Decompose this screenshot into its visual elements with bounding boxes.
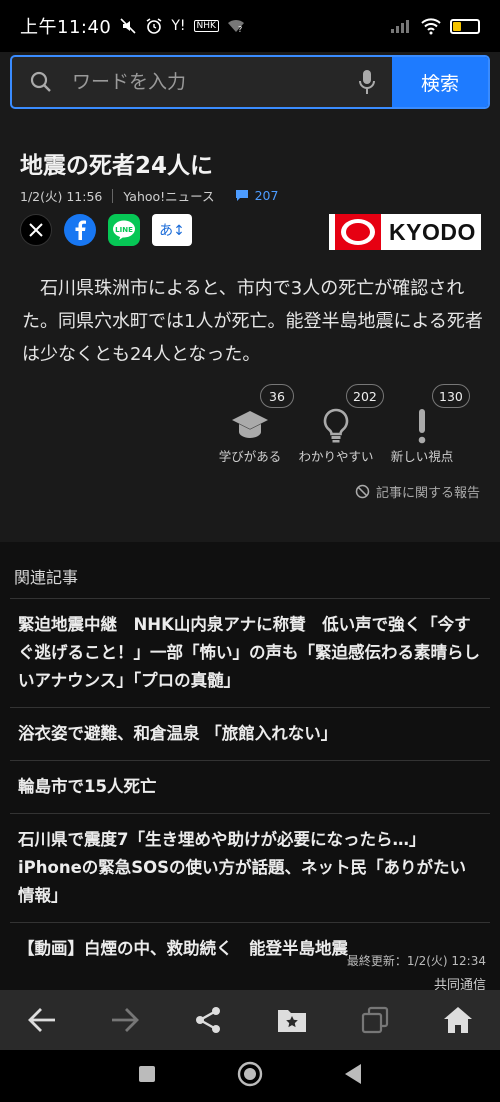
meta-divider — [112, 188, 114, 203]
search-field[interactable] — [12, 57, 392, 107]
status-time: 上午11:40 — [20, 17, 112, 38]
back-icon — [27, 1008, 55, 1032]
article-date: 1/2(火) 11:56 — [20, 189, 103, 204]
article-body: 石川県珠洲市によると、市内で3人の死亡が確認された。同県穴水町では1人が死亡。能… — [22, 278, 483, 365]
mic-button[interactable] — [342, 69, 392, 95]
reaction-label: わかりやすい — [298, 449, 374, 464]
home-icon — [444, 1007, 473, 1033]
reaction-count: 202 — [346, 384, 384, 408]
search-area: 検索 — [0, 52, 500, 122]
reaction-label: 学びがある — [218, 449, 282, 464]
search-icon — [30, 71, 51, 92]
share-buttons: LINE あ↕ — [20, 214, 192, 246]
comment-icon — [235, 190, 248, 201]
related-item[interactable]: 石川県で震度7「生き埋めや助けが必要になったら…」iPhoneの緊急SOSの使い… — [10, 813, 490, 922]
reaction-buttons: 36 学びがある 202 わかりやすい 130 新しい視点 — [214, 384, 470, 468]
browser-toolbar — [0, 990, 500, 1050]
related-item[interactable]: 輪島市で15人死亡 — [10, 760, 490, 813]
search-input[interactable] — [52, 71, 342, 93]
back-button[interactable] — [20, 998, 64, 1042]
report-link[interactable]: 記事に関する報告 — [355, 482, 480, 501]
status-icons: Y! NHK ? — [119, 17, 245, 35]
mute-icon — [120, 18, 136, 34]
article-meta: 1/2(火) 11:56 Yahoo!ニュース 207 — [20, 186, 278, 205]
search-bar: 検索 — [10, 55, 490, 109]
square-icon — [139, 1066, 155, 1082]
publisher-logo-text: KYODO — [389, 218, 476, 245]
forward-button[interactable] — [103, 998, 147, 1042]
back-nav-button[interactable] — [343, 1063, 363, 1089]
microphone-icon — [359, 70, 375, 94]
reaction-learn[interactable]: 36 学びがある — [214, 384, 294, 468]
status-right: 48 — [390, 17, 480, 35]
nhk-icon: NHK — [193, 20, 219, 32]
article-card: 地震の死者24人に 1/2(火) 11:56 Yahoo!ニュース 207 LI… — [0, 122, 500, 542]
last-updated: 最終更新：1/2(火) 12:34 — [346, 954, 486, 968]
yahoo-icon: Y! — [171, 18, 186, 34]
comment-link[interactable]: 207 — [235, 188, 279, 203]
forward-icon — [111, 1008, 139, 1032]
exclamation-icon — [418, 409, 426, 444]
battery-icon: 48 — [450, 18, 480, 34]
alarm-icon — [146, 18, 162, 34]
kyodo-logo-icon — [335, 214, 381, 250]
related-item[interactable]: 緊迫地震中継 NHK山内泉アナに称賛 低い声で強く「今すぐ逃げること！」一部「怖… — [10, 598, 490, 707]
publisher-logo[interactable]: KYODO — [329, 214, 481, 250]
related-list: 緊迫地震中継 NHK山内泉アナに称賛 低い声で強く「今すぐ逃げること！」一部「怖… — [10, 598, 490, 975]
system-nav-bar — [0, 1050, 500, 1102]
article-source[interactable]: Yahoo!ニュース — [123, 186, 214, 205]
graduation-cap-icon — [232, 411, 268, 438]
reaction-count: 36 — [260, 384, 294, 408]
related-item[interactable]: 浴衣姿で避難、和倉温泉 「旅館入れない」 — [10, 707, 490, 760]
comment-count: 207 — [254, 188, 279, 203]
reaction-new-view[interactable]: 130 新しい視点 — [386, 384, 470, 468]
related-title: 関連記事 — [14, 568, 79, 587]
translate-button[interactable]: あ↕ — [152, 214, 192, 246]
status-bar: 上午11:40 Y! NHK ? 48 — [0, 0, 500, 52]
article-title: 地震の死者24人に — [20, 153, 214, 179]
circle-icon — [237, 1061, 263, 1087]
tabs-button[interactable] — [353, 998, 397, 1042]
line-icon: LINE — [113, 220, 135, 240]
facebook-icon — [75, 220, 86, 240]
bookmark-folder-button[interactable] — [270, 998, 314, 1042]
lightbulb-icon — [323, 408, 349, 443]
svg-text:LINE: LINE — [115, 226, 133, 234]
related-articles: 関連記事 緊迫地震中継 NHK山内泉アナに称賛 低い声で強く「今すぐ逃げること！… — [0, 542, 500, 993]
reaction-clear[interactable]: 202 わかりやすい — [298, 384, 384, 468]
wifi-icon — [421, 18, 441, 35]
report-label: 記事に関する報告 — [375, 486, 480, 501]
x-logo-icon — [29, 223, 43, 237]
triangle-back-icon — [345, 1064, 361, 1084]
share-facebook-button[interactable] — [64, 214, 96, 246]
share-line-button[interactable]: LINE — [108, 214, 140, 246]
wifi-off-icon: ? — [227, 19, 244, 34]
search-button[interactable]: 検索 — [392, 57, 488, 107]
tabs-icon — [361, 1006, 389, 1034]
share-button[interactable] — [186, 998, 230, 1042]
share-x-button[interactable] — [20, 214, 52, 246]
home-nav-button[interactable] — [237, 1061, 263, 1091]
reaction-count: 130 — [432, 384, 470, 408]
reaction-label: 新しい視点 — [390, 449, 454, 464]
share-icon — [196, 1007, 221, 1033]
svg-text:?: ? — [238, 25, 242, 34]
prohibited-icon — [355, 484, 370, 499]
signal-icon — [391, 20, 409, 33]
bookmark-folder-icon — [277, 1010, 306, 1032]
recents-button[interactable] — [137, 1064, 157, 1088]
home-button[interactable] — [436, 998, 480, 1042]
